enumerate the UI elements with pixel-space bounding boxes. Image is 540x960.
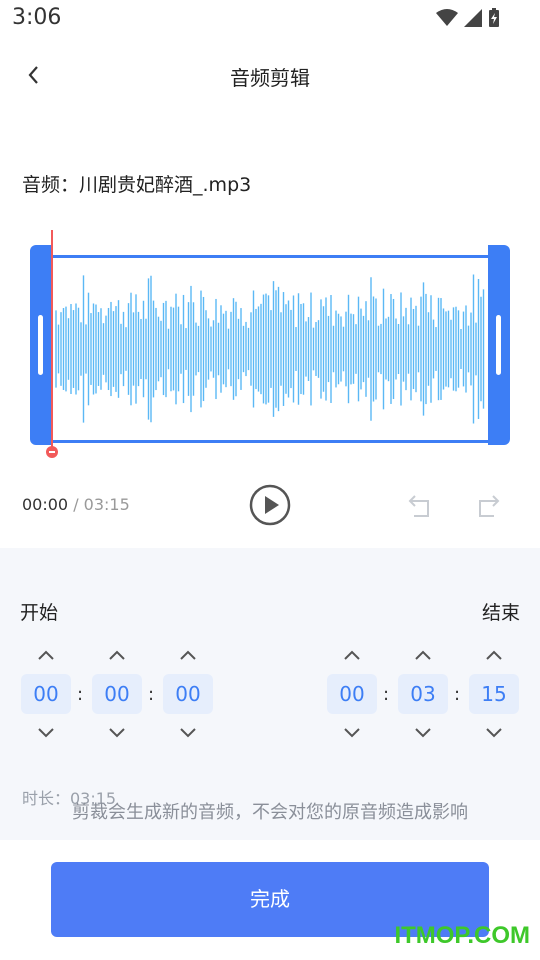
- chevron-down-icon[interactable]: [107, 726, 127, 740]
- trim-handle-left[interactable]: [30, 245, 52, 445]
- page-title: 音频剪辑: [230, 66, 310, 90]
- start-label: 开始: [20, 602, 59, 624]
- status-icons: [436, 8, 500, 28]
- waveform-frame: [30, 245, 510, 445]
- chevron-down-icon[interactable]: [342, 726, 362, 740]
- start-second-value[interactable]: 00: [163, 674, 213, 714]
- colon: :: [77, 684, 84, 705]
- time-separator: /: [68, 495, 84, 514]
- chevron-up-icon[interactable]: [178, 648, 198, 662]
- file-name: 川剧贵妃醉酒_.mp3: [79, 174, 252, 196]
- chevron-up-icon[interactable]: [484, 648, 504, 662]
- total-time: 03:15: [83, 495, 130, 514]
- playhead[interactable]: [51, 230, 53, 448]
- colon: :: [454, 684, 461, 705]
- wifi-icon: [436, 9, 458, 26]
- playhead-knob[interactable]: [46, 446, 58, 458]
- start-hour-value[interactable]: 00: [21, 674, 71, 714]
- header: 音频剪辑: [0, 50, 540, 100]
- start-hour-picker[interactable]: 00: [20, 646, 72, 742]
- end-hour-value[interactable]: 00: [327, 674, 377, 714]
- undo-icon: [408, 495, 429, 517]
- redo-icon: [479, 495, 500, 517]
- redo-button[interactable]: [474, 492, 502, 520]
- notice-text: 剪裁会生成新的音频，不会对您的原音频造成影响: [72, 802, 468, 823]
- play-button[interactable]: [249, 484, 291, 526]
- chevron-up-icon[interactable]: [36, 648, 56, 662]
- end-hour-picker[interactable]: 00: [326, 646, 378, 742]
- waveform: [55, 274, 485, 424]
- grip-icon: [496, 315, 501, 375]
- start-minute-picker[interactable]: 00: [91, 646, 143, 742]
- signal-icon: [464, 9, 482, 27]
- status-time: 3:06: [12, 5, 62, 30]
- chevron-down-icon[interactable]: [36, 726, 56, 740]
- chevron-up-icon[interactable]: [342, 648, 362, 662]
- watermark-logo: ITMOP.COM: [394, 922, 530, 949]
- end-minute-picker[interactable]: 03: [397, 646, 449, 742]
- file-label: 音频：: [22, 174, 80, 196]
- trim-handle-right[interactable]: [488, 245, 510, 445]
- chevron-down-icon[interactable]: [178, 726, 198, 740]
- waveform-editor[interactable]: [30, 230, 510, 458]
- start-minute-value[interactable]: 00: [92, 674, 142, 714]
- end-second-value[interactable]: 15: [469, 674, 519, 714]
- battery-icon: [489, 8, 499, 27]
- chevron-up-icon[interactable]: [107, 648, 127, 662]
- end-second-picker[interactable]: 15: [468, 646, 520, 742]
- chevron-down-icon[interactable]: [484, 726, 504, 740]
- end-minute-value[interactable]: 03: [398, 674, 448, 714]
- file-info: 音频： 川剧贵妃醉酒_.mp3: [22, 170, 251, 197]
- grip-icon: [38, 315, 43, 375]
- range-panel: 开始 结束 00 : 00 : 00 00 : 03 : 15 时长：03:15…: [0, 548, 540, 840]
- play-icon: [249, 484, 291, 526]
- chevron-up-icon[interactable]: [413, 648, 433, 662]
- colon: :: [383, 684, 390, 705]
- current-time: 00:00: [22, 495, 69, 514]
- colon: :: [148, 684, 155, 705]
- end-label: 结束: [481, 602, 520, 624]
- start-second-picker[interactable]: 00: [162, 646, 214, 742]
- playback-time: 00:00 / 03:15: [22, 495, 130, 514]
- chevron-down-icon[interactable]: [413, 726, 433, 740]
- status-bar: 3:06: [0, 0, 540, 38]
- undo-button[interactable]: [406, 492, 434, 520]
